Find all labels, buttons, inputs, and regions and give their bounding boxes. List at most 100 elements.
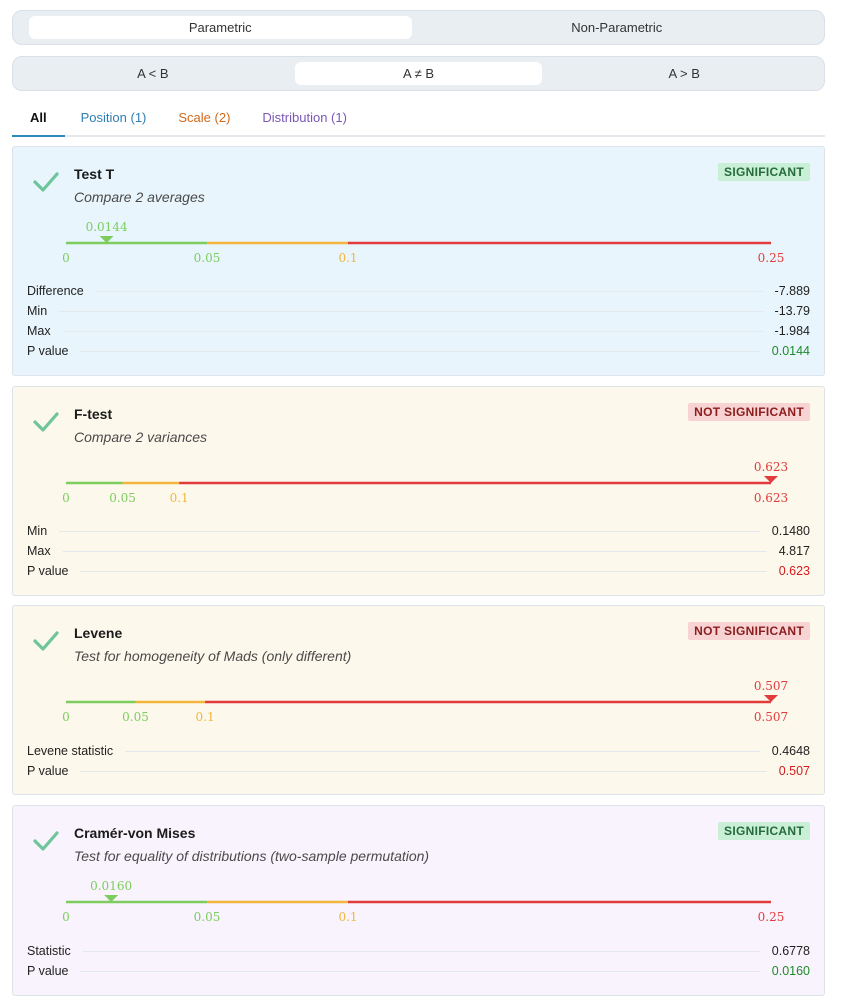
test-title: Levene [74, 625, 123, 641]
result-value: 4.817 [778, 544, 810, 558]
scale-tick-label: 0.1 [196, 710, 215, 724]
leader-line [80, 970, 760, 972]
leader-line [59, 310, 763, 312]
tab-scale[interactable]: Scale (2) [162, 100, 246, 135]
significance-badge: SIGNIFICANT [718, 163, 810, 181]
p-value-marker [99, 236, 114, 243]
result-value: 0.1480 [771, 524, 810, 538]
result-row: Min 0.1480 [27, 521, 810, 541]
test-subtitle: Compare 2 variances [74, 429, 208, 445]
leader-line [95, 290, 763, 292]
result-row: P value 0.0160 [27, 961, 810, 981]
result-label: P value [27, 564, 69, 578]
result-label: Max [27, 544, 51, 558]
mode-segmented-control: Parametric Non-Parametric [12, 10, 825, 45]
test-results: Difference -7.889 Min -13.79 Max -1.984 P valu… [27, 281, 810, 361]
p-value-scale: 0 0.05 0.1 0.25 0.0144 [62, 220, 785, 265]
result-value: 0.6778 [771, 944, 810, 958]
test-results: Min 0.1480 Max 4.817 P value 0.623 [27, 521, 810, 581]
scale-tick-label: 0.05 [109, 491, 136, 505]
scale-tick-label: 0.05 [122, 710, 149, 724]
scale-tick-label: 0 [62, 491, 70, 505]
leader-line [62, 550, 767, 552]
tab-all[interactable]: All [12, 100, 65, 137]
test-category-tabs: All Position (1) Scale (2) Distribution … [12, 100, 825, 137]
scale-tick-label: 0 [62, 910, 70, 924]
result-row: P value 0.0144 [27, 341, 810, 361]
leader-line [59, 530, 760, 532]
mode-nonparametric-option[interactable]: Non-Parametric [426, 16, 809, 39]
test-title: Test T [74, 166, 115, 182]
mode-parametric-option[interactable]: Parametric [29, 16, 412, 39]
p-value: 0.507 [778, 764, 810, 778]
scale-tick-label: 0.1 [338, 251, 357, 265]
scale-tick-label: 0.25 [758, 910, 785, 924]
leader-line [82, 950, 760, 952]
scale-tick-label: 0.507 [754, 710, 788, 724]
result-row: P value 0.507 [27, 761, 810, 781]
test-title: F-test [74, 406, 113, 422]
leader-line [80, 570, 767, 572]
result-value: -7.889 [774, 284, 810, 298]
checkmark-icon [33, 831, 59, 851]
result-row: Min -13.79 [27, 301, 810, 321]
result-label: P value [27, 764, 69, 778]
significance-badge: NOT SIGNIFICANT [688, 622, 810, 640]
result-value: 0.4648 [771, 744, 810, 758]
test-card-t-test: Test T Compare 2 averages SIGNIFICANT 00… [12, 146, 825, 376]
test-title: Cramér-von Mises [74, 825, 196, 841]
leader-line [125, 750, 760, 752]
direction-less-option[interactable]: A < B [29, 62, 277, 85]
result-row: P value 0.623 [27, 561, 810, 581]
test-subtitle: Test for equality of distributions (two-… [74, 848, 430, 864]
checkmark-icon [33, 172, 59, 192]
scale-tick-label: 0.623 [754, 491, 788, 505]
tab-distribution[interactable]: Distribution (1) [246, 100, 363, 135]
leader-line [80, 770, 767, 772]
direction-segmented-control: A < B A ≠ B A > B [12, 56, 825, 91]
result-label: Min [27, 304, 48, 318]
result-row: Levene statistic 0.4648 [27, 741, 810, 761]
scale-tick-label: 0.25 [758, 251, 785, 265]
result-label: Levene statistic [27, 744, 114, 758]
p-value-marker-label: 0.0144 [86, 220, 128, 234]
result-label: Min [27, 524, 48, 538]
result-label: Statistic [27, 944, 71, 958]
result-label: Difference [27, 284, 84, 298]
direction-not-equal-option[interactable]: A ≠ B [294, 62, 543, 85]
p-value-marker-label: 0.623 [754, 460, 788, 474]
result-label: Max [27, 324, 51, 338]
leader-line [80, 350, 760, 352]
result-row: Statistic 0.6778 [27, 941, 810, 961]
leader-line [62, 330, 763, 332]
scale-tick-label: 0.05 [194, 251, 221, 265]
p-value-marker [764, 476, 778, 483]
test-subtitle: Compare 2 averages [74, 189, 205, 205]
p-value: 0.623 [778, 564, 810, 578]
significance-badge: SIGNIFICANT [718, 822, 810, 840]
scale-tick-label: 0.1 [338, 910, 357, 924]
test-results: Levene statistic 0.4648 P value 0.507 [27, 741, 810, 781]
test-card-f-test: F-test Compare 2 variances NOT SIGNIFICA… [12, 386, 825, 596]
checkmark-icon [33, 412, 59, 432]
test-results: Statistic 0.6778 P value 0.0160 [27, 941, 810, 981]
result-label: P value [27, 964, 69, 978]
result-value: -13.79 [774, 304, 810, 318]
checkmark-icon [33, 631, 59, 651]
test-subtitle: Test for homogeneity of Mads (only diffe… [74, 648, 352, 664]
scale-tick-label: 0 [62, 710, 70, 724]
p-value-marker [764, 695, 778, 702]
test-card-cramer-von-mises: Cramér-von Mises Test for equality of di… [12, 805, 825, 996]
p-value: 0.0160 [771, 964, 810, 978]
result-label: P value [27, 344, 69, 358]
result-row: Difference -7.889 [27, 281, 810, 301]
direction-greater-option[interactable]: A > B [560, 62, 808, 85]
p-value-marker-label: 0.507 [754, 679, 788, 693]
scale-tick-label: 0 [62, 251, 70, 265]
result-value: -1.984 [774, 324, 810, 338]
p-value-marker [104, 895, 119, 902]
result-row: Max 4.817 [27, 541, 810, 561]
tab-position[interactable]: Position (1) [65, 100, 163, 135]
significance-badge: NOT SIGNIFICANT [688, 403, 810, 421]
p-value-marker-label: 0.0160 [90, 879, 132, 893]
